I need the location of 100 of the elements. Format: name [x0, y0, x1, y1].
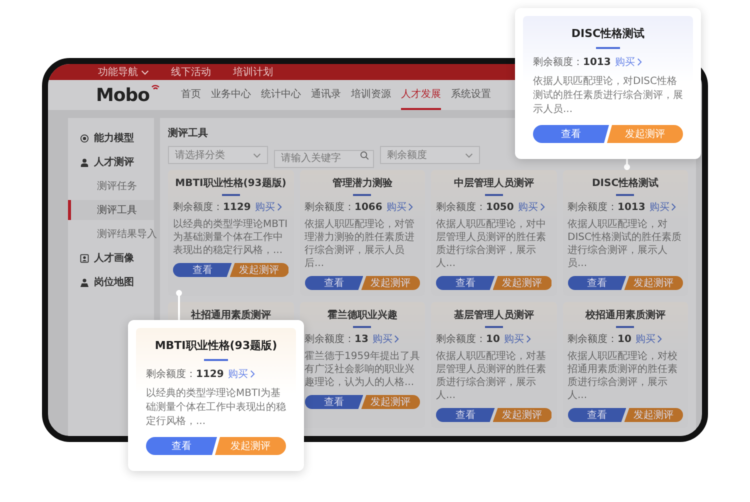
nav-tab[interactable]: 业务中心 [211, 80, 251, 110]
section-title: 测评工具 [168, 126, 208, 140]
title-underline [616, 194, 634, 196]
start-assessment-button[interactable]: 发起测评 [492, 276, 552, 290]
start-assessment-button[interactable]: 发起测评 [624, 276, 683, 290]
caret-icon [253, 152, 261, 158]
start-assessment-button[interactable]: 发起测评 [361, 395, 420, 409]
buy-link[interactable]: 购买 [386, 200, 414, 214]
title-underline [222, 194, 240, 196]
view-button[interactable]: 查看 [533, 125, 609, 143]
quota-text: 剩余额度：10 [436, 332, 500, 346]
quota-text: 剩余额度：1066 [304, 200, 382, 214]
target-icon [80, 134, 89, 142]
chevron-icon [657, 335, 662, 343]
nav-tab[interactable]: 培训资源 [351, 80, 391, 110]
chevron-icon [408, 203, 414, 211]
buy-link[interactable]: 购买 [372, 332, 400, 346]
quota-text: 剩余额度：1129 [173, 200, 251, 214]
sidebar-item[interactable]: 人才画像 [68, 248, 154, 268]
card-description: 依据人职匹配理论，对中层管理人员测评的胜任素质进行综合测评，展示人... [436, 218, 547, 270]
start-assessment-button[interactable]: 发起测评 [230, 263, 288, 277]
card-description: 以经典的类型学理论MBTI为基础测量个体在工作中表现出的稳定行风格，... [173, 218, 288, 257]
quota-text: 剩余额度：1013 [568, 200, 646, 214]
chevron-icon [276, 203, 282, 211]
start-assessment-button[interactable]: 发起测评 [492, 408, 552, 422]
view-button[interactable]: 查看 [568, 408, 626, 422]
nav-tab[interactable]: 通讯录 [311, 80, 341, 110]
card-description: 依据人职匹配理论，对管理潜力测验的胜任素质进行综合测评，展示人员后... [304, 218, 416, 270]
view-button[interactable]: 查看 [173, 263, 232, 277]
card-title: DISC性格测试 [571, 26, 645, 41]
buy-link[interactable]: 购买 [504, 332, 531, 346]
card-description: 霍兰德于1959年提出了具有广泛社会影响的职业兴趣理论，认为人的人格... [304, 350, 420, 389]
title-underline [484, 194, 503, 196]
card-title: DISC性格测试 [592, 176, 659, 190]
card-title: 社招通用素质测评 [190, 308, 271, 322]
card-title: 霍兰德职业兴趣 [327, 308, 398, 322]
buy-link[interactable]: 购买 [635, 332, 662, 346]
start-assessment-button[interactable]: 发起测评 [624, 408, 683, 422]
search-icon [360, 150, 369, 160]
view-button[interactable]: 查看 [436, 276, 495, 290]
quota-text: 剩余额度：1129 [146, 368, 224, 381]
start-assessment-button[interactable]: 发起测评 [361, 276, 420, 290]
view-button[interactable]: 查看 [304, 395, 364, 409]
person-icon [80, 158, 89, 166]
card-description: 以经典的类型学理论MBTI为基础测量个体在工作中表现出的稳定行风格，... [146, 387, 286, 429]
top-bar-link[interactable]: 线下活动 [171, 65, 211, 79]
buy-link[interactable]: 购买 [518, 200, 545, 214]
title-underline [484, 326, 503, 328]
top-bar-link[interactable]: 功能导航 [98, 65, 149, 79]
start-assessment-button[interactable]: 发起测评 [215, 437, 286, 455]
chevron-icon [540, 203, 545, 211]
logo: Mobo [96, 84, 150, 106]
buy-link[interactable]: 购买 [228, 367, 255, 381]
search-field[interactable]: 请输入关键字 [274, 150, 374, 168]
quota-text: 剩余额度：1013 [533, 56, 611, 69]
people-icon [80, 278, 89, 286]
card-description: 依据人职匹配理论，对DISC性格测试的胜任素质进行综合测评，展示人员... [568, 218, 682, 270]
sidebar-item[interactable]: 能力模型 [68, 128, 154, 148]
title-underline [204, 359, 228, 361]
buy-link[interactable]: 购买 [649, 200, 676, 214]
nav-tab[interactable]: 统计中心 [261, 80, 301, 110]
card-title: 基层管理人员测评 [454, 308, 534, 322]
chevron-icon [671, 203, 676, 211]
start-assessment-button[interactable]: 发起测评 [607, 125, 683, 143]
quota-text: 剩余额度：10 [568, 332, 632, 346]
card-description: 依据人职匹配理论，对基层管理人员测评的胜任素质进行综合测评，展示人... [436, 350, 547, 402]
chevron-icon [636, 58, 642, 66]
sidebar-item[interactable]: 岗位地图 [68, 272, 154, 292]
sidebar-subitem[interactable]: 测评结果导入 [68, 224, 154, 244]
select-field[interactable]: 请选择分类 [168, 146, 268, 164]
title-underline [596, 47, 620, 49]
view-button[interactable]: 查看 [436, 408, 495, 422]
sidebar-subitem[interactable]: 测评任务 [68, 176, 154, 196]
card-title: 校招通用素质测评 [585, 308, 666, 322]
nav-tab[interactable]: 系统设置 [451, 80, 491, 110]
select-field[interactable]: 剩余额度 [380, 146, 480, 164]
picture-frame-icon [80, 254, 89, 262]
caret-icon [465, 152, 473, 158]
view-button[interactable]: 查看 [304, 276, 364, 290]
sidebar-subitem[interactable]: 测评工具 [68, 200, 154, 220]
buy-link[interactable]: 购买 [614, 55, 642, 69]
nav-tab[interactable]: 首页 [181, 80, 201, 110]
top-bar-link[interactable]: 培训计划 [233, 65, 273, 79]
card-title: MBTI职业性格(93题版) [175, 176, 286, 190]
quota-text: 剩余额度：13 [304, 332, 368, 346]
sidebar-item[interactable]: 人才测评 [68, 152, 154, 172]
view-button[interactable]: 查看 [568, 276, 626, 290]
title-underline [353, 326, 372, 328]
nav-tab[interactable]: 人才发展 [401, 80, 441, 110]
caret-icon [141, 70, 149, 74]
chevron-icon [250, 370, 255, 378]
title-underline [353, 194, 372, 196]
card-title: 中层管理人员测评 [454, 176, 534, 190]
quota-text: 剩余额度：1050 [436, 200, 514, 214]
view-button[interactable]: 查看 [146, 437, 217, 455]
buy-link[interactable]: 购买 [254, 200, 282, 214]
card-title: 管理潜力测验 [332, 176, 392, 190]
card-description: 依据人职匹配理论，对校招通用素质测评的胜任素质进行综合测评，展示人... [568, 350, 678, 402]
card-description: 依据人职匹配理论，对DISC性格测试的胜任素质进行综合测评，展示人员... [533, 75, 683, 117]
title-underline [616, 326, 634, 328]
